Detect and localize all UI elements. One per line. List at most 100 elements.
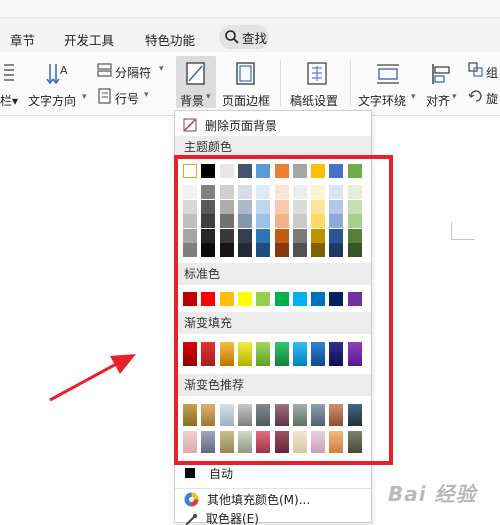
- align-button[interactable]: 对齐: [426, 92, 450, 109]
- theme-shade-swatch[interactable]: [237, 228, 252, 243]
- eyedropper-item[interactable]: 取色器(E): [175, 513, 371, 525]
- separator-button[interactable]: 分隔符: [115, 64, 151, 81]
- gradient-fill-swatch[interactable]: [219, 342, 234, 366]
- theme-shade-swatch[interactable]: [201, 199, 216, 214]
- theme-shade-swatch[interactable]: [292, 243, 307, 257]
- auto-color-item[interactable]: 自动: [175, 463, 371, 483]
- standard-color-swatch[interactable]: [256, 292, 271, 306]
- theme-color-swatch[interactable]: [201, 164, 216, 178]
- gradient-recommend-swatch[interactable]: [292, 431, 307, 453]
- theme-shade-swatch[interactable]: [201, 185, 216, 199]
- theme-color-swatch[interactable]: [292, 164, 307, 178]
- theme-shade-swatch[interactable]: [347, 199, 362, 214]
- background-button[interactable]: 背景: [180, 92, 204, 109]
- theme-shade-swatch[interactable]: [256, 214, 271, 228]
- theme-shade-swatch[interactable]: [292, 199, 307, 214]
- theme-shade-swatch[interactable]: [292, 214, 307, 228]
- gradient-recommend-swatch[interactable]: [237, 404, 252, 426]
- theme-color-swatch[interactable]: [311, 164, 326, 178]
- theme-shade-swatch[interactable]: [256, 228, 271, 243]
- theme-shade-swatch[interactable]: [311, 185, 326, 199]
- background-chevron-icon[interactable]: ▾: [206, 92, 211, 102]
- theme-shade-swatch[interactable]: [237, 185, 252, 199]
- theme-shade-swatch[interactable]: [347, 185, 362, 199]
- align-chevron-icon[interactable]: ▾: [452, 92, 457, 102]
- rotate-button[interactable]: 旋: [486, 90, 498, 107]
- standard-color-swatch[interactable]: [329, 292, 344, 306]
- theme-shade-swatch[interactable]: [183, 199, 197, 214]
- line-number-chevron-icon[interactable]: ▾: [144, 90, 149, 100]
- theme-shade-swatch[interactable]: [183, 185, 197, 199]
- text-direction-chevron-icon[interactable]: ▾: [82, 92, 87, 102]
- theme-color-swatch[interactable]: [347, 164, 362, 178]
- theme-shade-swatch[interactable]: [237, 214, 252, 228]
- theme-shade-swatch[interactable]: [274, 199, 289, 214]
- theme-shade-swatch[interactable]: [329, 214, 344, 228]
- theme-shade-swatch[interactable]: [329, 228, 344, 243]
- gradient-fill-swatch[interactable]: [329, 342, 344, 366]
- theme-shade-swatch[interactable]: [219, 185, 234, 199]
- theme-shade-swatch[interactable]: [329, 185, 344, 199]
- line-number-button[interactable]: 行号: [115, 90, 139, 107]
- theme-shade-swatch[interactable]: [219, 228, 234, 243]
- theme-shade-swatch[interactable]: [219, 243, 234, 257]
- more-fill-colors-item[interactable]: 其他填充颜色(M)...: [175, 488, 371, 510]
- text-direction-button[interactable]: 文字方向: [28, 92, 76, 109]
- standard-color-swatch[interactable]: [274, 292, 289, 306]
- standard-color-swatch[interactable]: [201, 292, 216, 306]
- theme-shade-swatch[interactable]: [201, 243, 216, 257]
- page-border-button[interactable]: 页面边框: [222, 92, 270, 109]
- theme-shade-swatch[interactable]: [311, 199, 326, 214]
- group-button[interactable]: 组: [486, 64, 498, 81]
- gradient-recommend-swatch[interactable]: [274, 404, 289, 426]
- gradient-recommend-swatch[interactable]: [311, 404, 326, 426]
- theme-color-swatch[interactable]: [219, 164, 234, 178]
- theme-color-swatch[interactable]: [237, 164, 252, 178]
- theme-shade-swatch[interactable]: [201, 214, 216, 228]
- standard-color-swatch[interactable]: [292, 292, 307, 306]
- theme-shade-swatch[interactable]: [311, 243, 326, 257]
- theme-shade-swatch[interactable]: [183, 243, 197, 257]
- gradient-fill-swatch[interactable]: [292, 342, 307, 366]
- gradient-recommend-swatch[interactable]: [256, 404, 271, 426]
- gradient-recommend-swatch[interactable]: [329, 431, 344, 453]
- gradient-fill-swatch[interactable]: [237, 342, 252, 366]
- tab-special-features[interactable]: 特色功能: [145, 30, 195, 49]
- gradient-recommend-swatch[interactable]: [311, 431, 326, 453]
- theme-shade-swatch[interactable]: [219, 214, 234, 228]
- gradient-recommend-swatch[interactable]: [292, 404, 307, 426]
- theme-shade-swatch[interactable]: [256, 199, 271, 214]
- gradient-fill-swatch[interactable]: [311, 342, 326, 366]
- gradient-fill-swatch[interactable]: [347, 342, 362, 366]
- gradient-recommend-swatch[interactable]: [201, 431, 216, 453]
- gradient-recommend-swatch[interactable]: [347, 404, 362, 426]
- text-wrap-button[interactable]: 文字环绕: [358, 92, 406, 109]
- search-box[interactable]: 查找: [219, 25, 269, 49]
- theme-shade-swatch[interactable]: [292, 228, 307, 243]
- theme-shade-swatch[interactable]: [311, 228, 326, 243]
- columns-icon[interactable]: [2, 62, 16, 84]
- theme-shade-swatch[interactable]: [347, 228, 362, 243]
- theme-shade-swatch[interactable]: [183, 214, 197, 228]
- gradient-recommend-swatch[interactable]: [329, 404, 344, 426]
- standard-color-swatch[interactable]: [347, 292, 362, 306]
- text-direction-icon[interactable]: A: [46, 61, 72, 87]
- gradient-recommend-swatch[interactable]: [274, 431, 289, 453]
- theme-shade-swatch[interactable]: [237, 199, 252, 214]
- theme-shade-swatch[interactable]: [329, 199, 344, 214]
- theme-shade-swatch[interactable]: [274, 243, 289, 257]
- columns-button[interactable]: 栏▾: [0, 92, 18, 109]
- theme-color-swatch[interactable]: [274, 164, 289, 178]
- theme-shade-swatch[interactable]: [274, 228, 289, 243]
- delete-background-item[interactable]: 删除页面背景: [175, 114, 371, 136]
- gradient-recommend-swatch[interactable]: [219, 404, 234, 426]
- theme-shade-swatch[interactable]: [183, 228, 197, 243]
- gradient-recommend-swatch[interactable]: [347, 431, 362, 453]
- gradient-fill-swatch[interactable]: [183, 342, 197, 366]
- standard-color-swatch[interactable]: [311, 292, 326, 306]
- gradient-fill-swatch[interactable]: [201, 342, 216, 366]
- theme-shade-swatch[interactable]: [311, 214, 326, 228]
- gradient-recommend-swatch[interactable]: [183, 431, 197, 453]
- theme-shade-swatch[interactable]: [256, 185, 271, 199]
- tab-developer-tools[interactable]: 开发工具: [64, 30, 114, 49]
